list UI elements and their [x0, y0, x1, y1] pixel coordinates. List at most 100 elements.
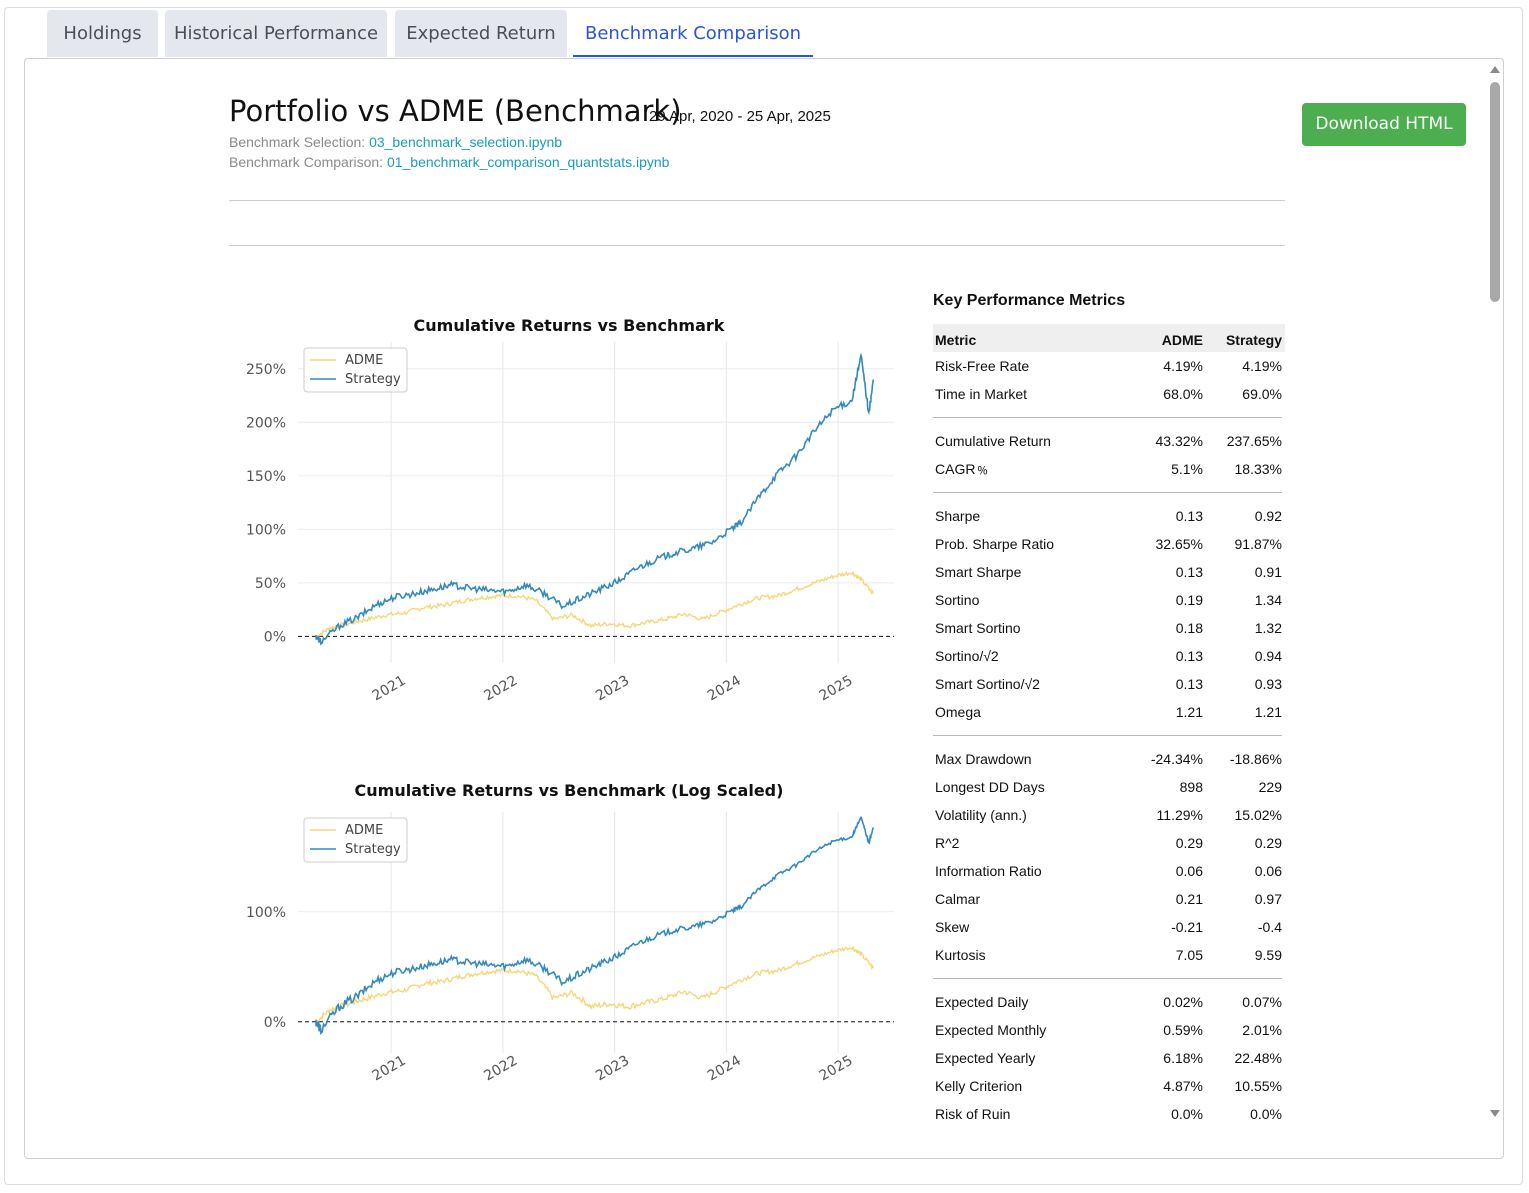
legend-label-strategy: Strategy — [345, 842, 401, 857]
metrics-row: Time in Market 68.0% 69.0% — [933, 380, 1285, 408]
series-line-strategy — [315, 352, 875, 646]
metric-value-strategy: 1.21 — [1254, 704, 1282, 720]
metric-name: R^2 — [935, 835, 960, 851]
metric-value-strategy: 0.07% — [1242, 994, 1282, 1010]
y-tick-label: 250% — [246, 362, 286, 378]
metric-name: Risk-Free Rate — [935, 358, 1030, 374]
metric-value-strategy: -18.86% — [1229, 751, 1282, 767]
cumulative-returns-chart: Cumulative Returns vs Benchmark 0% 50% 100… — [246, 316, 894, 705]
metrics-row: Sharpe 0.13 0.92 — [933, 502, 1285, 530]
metrics-separator — [933, 726, 1285, 745]
metric-name: Time in Market — [935, 386, 1028, 402]
metric-name: Smart Sharpe — [935, 564, 1022, 580]
metric-value-adme: 0.13 — [1175, 648, 1203, 664]
chart-title: Cumulative Returns vs Benchmark — [414, 316, 725, 335]
metric-value-strategy: 18.33% — [1234, 461, 1282, 477]
metrics-separator — [933, 969, 1285, 988]
metric-value-strategy: 22.48% — [1234, 1050, 1282, 1066]
metric-name: Sortino — [935, 592, 980, 608]
metric-name: Prob. Sharpe Ratio — [935, 536, 1055, 552]
chart-title: Cumulative Returns vs Benchmark (Log Sca… — [355, 781, 784, 800]
scrollbar[interactable] — [1488, 64, 1502, 1122]
metric-value-strategy: 10.55% — [1234, 1078, 1282, 1094]
metric-value-adme: 6.18% — [1163, 1050, 1203, 1066]
download-html-button[interactable]: Download HTML — [1302, 103, 1466, 146]
metric-value-strategy: 1.34 — [1254, 592, 1282, 608]
legend-label-strategy: Strategy — [345, 372, 401, 387]
metric-value-adme: 0.13 — [1175, 508, 1203, 524]
metrics-row: Smart Sortino/√2 0.13 0.93 — [933, 670, 1285, 698]
metrics-separator — [933, 408, 1285, 427]
metrics-row: Sortino 0.19 1.34 — [933, 586, 1285, 614]
metric-value-adme: 0.06 — [1175, 863, 1203, 879]
tab-holdings[interactable]: Holdings — [47, 10, 158, 57]
metrics-row: Kelly Criterion 4.87% 10.55% — [933, 1072, 1285, 1100]
x-tick-label: 2022 — [481, 673, 520, 705]
metric-value-strategy: 0.29 — [1254, 835, 1282, 851]
metric-value-strategy: 91.87% — [1234, 536, 1282, 552]
metric-value-adme: 4.87% — [1163, 1078, 1203, 1094]
metric-value-adme: 1.21 — [1175, 704, 1203, 720]
tab-historical-performance[interactable]: Historical Performance — [165, 10, 387, 57]
metric-name: Smart Sortino/√2 — [935, 676, 1040, 692]
metric-name: Expected Monthly — [935, 1022, 1047, 1038]
benchmark-comparison-link[interactable]: 01_benchmark_comparison_quantstats.ipynb — [387, 154, 670, 170]
metrics-row: Expected Daily 0.02% 0.07% — [933, 988, 1285, 1016]
metric-value-strategy: 69.0% — [1242, 386, 1282, 402]
divider — [229, 245, 1285, 246]
metrics-row: Sortino/√2 0.13 0.94 — [933, 642, 1285, 670]
metric-value-strategy: 0.97 — [1254, 891, 1282, 907]
metric-name: Kelly Criterion — [935, 1078, 1023, 1094]
metric-value-strategy: 0.06 — [1254, 863, 1282, 879]
metric-value-adme: 11.29% — [1156, 807, 1203, 823]
scroll-up-arrow-icon[interactable] — [1490, 66, 1500, 73]
metric-name: CAGR﹪ — [935, 461, 990, 477]
metrics-row: Calmar 0.21 0.97 — [933, 885, 1285, 913]
metrics-title: Key Performance Metrics — [933, 292, 1126, 309]
metric-value-strategy: 2.01% — [1242, 1022, 1282, 1038]
metric-value-adme: -0.21 — [1171, 919, 1203, 935]
metric-value-strategy: 9.59 — [1254, 947, 1282, 963]
tab-expected-return[interactable]: Expected Return — [395, 10, 567, 57]
metric-name: Cumulative Return — [935, 433, 1051, 449]
metric-name: Smart Sortino — [935, 620, 1021, 636]
metric-value-adme: 5.1% — [1171, 461, 1203, 477]
metric-name: Information Ratio — [935, 863, 1042, 879]
metric-value-strategy: 0.0% — [1250, 1106, 1282, 1122]
y-tick-label: 0% — [264, 629, 286, 645]
metric-value-strategy: 0.94 — [1254, 648, 1282, 664]
scroll-down-arrow-icon[interactable] — [1490, 1110, 1500, 1117]
x-tick-label: 2024 — [705, 1053, 744, 1085]
benchmark-comparison-label: Benchmark Comparison: — [229, 154, 384, 170]
metric-value-adme: 0.02% — [1163, 994, 1203, 1010]
metric-value-strategy: 15.02% — [1234, 807, 1282, 823]
y-tick-label: 0% — [264, 1015, 286, 1031]
tab-benchmark-comparison[interactable]: Benchmark Comparison — [573, 10, 813, 57]
metric-value-adme: 898 — [1179, 779, 1203, 795]
y-tick-label: 100% — [246, 905, 286, 921]
metric-name: Omega — [935, 704, 981, 720]
benchmark-comparison-line: Benchmark Comparison: 01_benchmark_compa… — [229, 154, 669, 170]
metrics-row: Kurtosis 7.05 9.59 — [933, 941, 1285, 969]
metrics-row: Omega 1.21 1.21 — [933, 698, 1285, 726]
metric-value-adme: 0.18 — [1175, 620, 1203, 636]
metrics-row: Expected Monthly 0.59% 2.01% — [933, 1016, 1285, 1044]
metric-name: Skew — [935, 919, 970, 935]
metric-name: Expected Yearly — [935, 1050, 1036, 1066]
metric-value-adme: 4.19% — [1163, 358, 1203, 374]
metric-value-adme: 0.21 — [1175, 891, 1203, 907]
metric-name: Volatility (ann.) — [935, 807, 1027, 823]
metrics-row: Risk-Free Rate 4.19% 4.19% — [933, 352, 1285, 380]
legend-label-adme: ADME — [345, 353, 383, 368]
metrics-row: Skew -0.21 -0.4 — [933, 913, 1285, 941]
benchmark-selection-link[interactable]: 03_benchmark_selection.ipynb — [369, 134, 562, 150]
metric-name: Expected Daily — [935, 994, 1029, 1010]
x-axis: 2021 2022 2023 2024 2025 — [370, 1053, 856, 1085]
x-tick-label: 2025 — [817, 1053, 856, 1085]
metrics-row: Smart Sortino 0.18 1.32 — [933, 614, 1285, 642]
y-tick-label: 200% — [246, 415, 286, 431]
chart-legend: ADME Strategy — [303, 347, 408, 393]
metrics-row: Smart Sharpe 0.13 0.91 — [933, 558, 1285, 586]
scrollbar-thumb[interactable] — [1490, 82, 1500, 302]
y-tick-label: 50% — [255, 576, 286, 592]
